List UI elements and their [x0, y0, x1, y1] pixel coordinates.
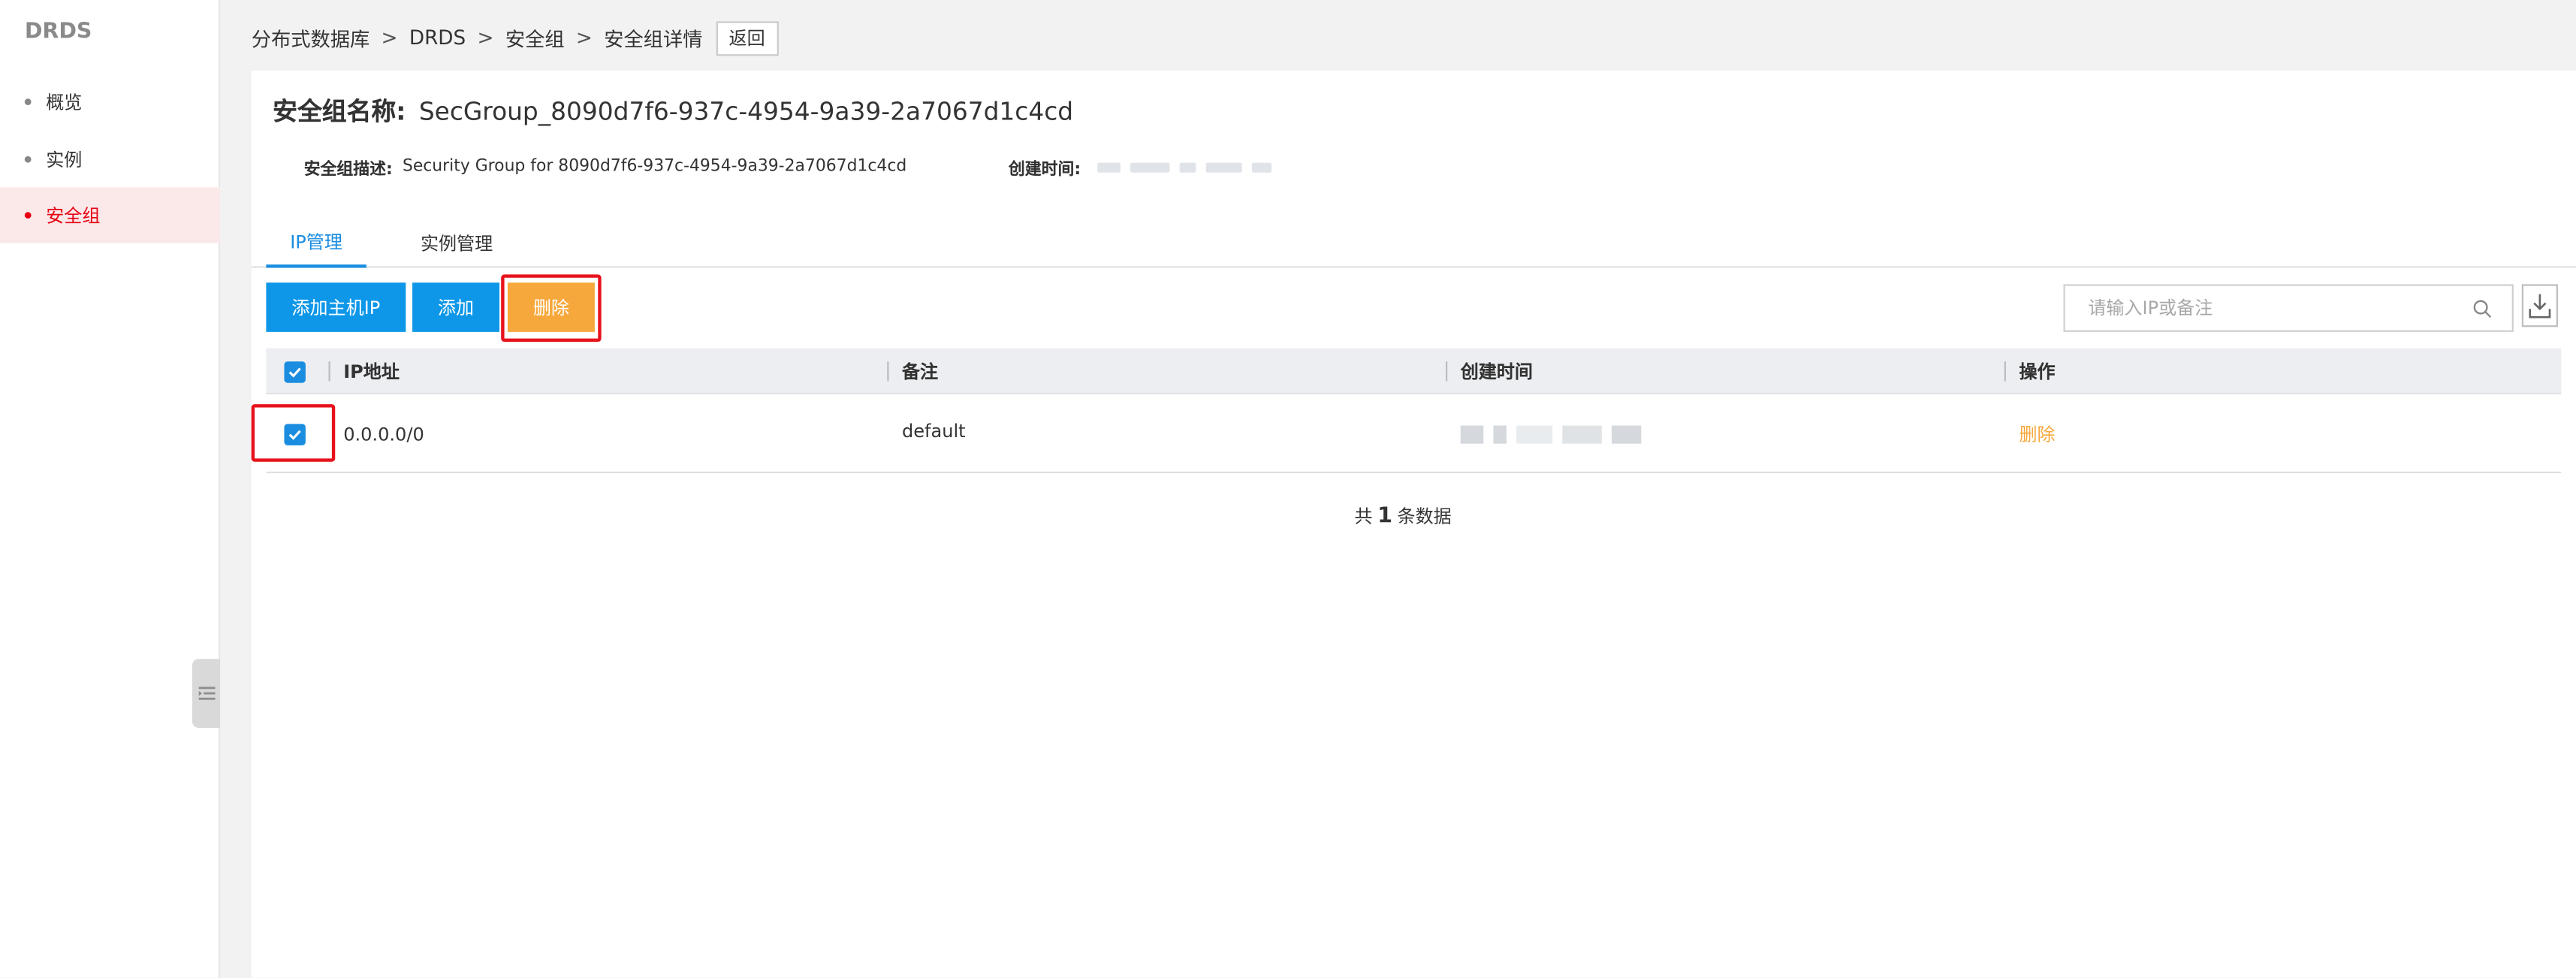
row-delete-link[interactable]: 删除 — [2019, 394, 2055, 473]
tab-ip-management[interactable]: IP管理 — [266, 219, 366, 268]
created-value-redacted — [1096, 161, 1281, 172]
bullet-icon — [24, 212, 32, 219]
checkmark-icon — [288, 430, 301, 440]
bullet-icon — [24, 98, 32, 105]
sidebar: DRDS 概览 实例 安全组 — [0, 0, 221, 978]
created-label: 创建时间: — [1008, 161, 1081, 180]
search-input[interactable] — [2088, 297, 2450, 319]
row-checkbox[interactable] — [284, 424, 306, 445]
sidebar-item-overview[interactable]: 概览 — [0, 74, 220, 129]
column-header-created-time: 创建时间 — [1446, 349, 1533, 394]
add-host-ip-button[interactable]: 添加主机IP — [266, 282, 406, 332]
download-icon — [2529, 294, 2551, 318]
sidebar-item-label: 安全组 — [46, 205, 101, 227]
breadcrumb: 分布式数据库 > DRDS > 安全组 > 安全组详情 返回 — [252, 20, 779, 56]
tab-bar: IP管理 实例管理 — [251, 219, 2576, 268]
pager-prefix: 共 — [1354, 506, 1373, 528]
table-header: IP地址 备注 创建时间 操作 — [266, 348, 2562, 394]
pager-suffix: 条数据 — [1397, 506, 1452, 528]
sidebar-collapse-handle[interactable] — [192, 659, 221, 729]
menu-collapse-icon — [198, 687, 215, 700]
sidebar-item-label: 实例 — [46, 149, 83, 171]
column-header-actions: 操作 — [2004, 349, 2056, 394]
main-panel: 安全组名称: SecGroup_8090d7f6-937c-4954-9a39-… — [251, 71, 2576, 978]
search-icon[interactable] — [2472, 299, 2492, 318]
desc-label: 安全组描述: — [303, 161, 393, 180]
search-box — [2063, 284, 2514, 332]
pagination-summary: 共 1 条数据 — [252, 503, 2555, 530]
select-all-checkbox[interactable] — [284, 361, 306, 383]
tab-instance-management[interactable]: 实例管理 — [400, 219, 514, 268]
checkmark-icon — [288, 367, 301, 378]
add-button[interactable]: 添加 — [412, 282, 499, 332]
product-title: DRDS — [24, 20, 92, 45]
cell-created-time-redacted — [1460, 394, 1651, 473]
column-header-remark: 备注 — [887, 349, 938, 394]
name-label: 安全组名称: — [273, 97, 406, 127]
breadcrumb-item-security-group[interactable]: 安全组 — [505, 24, 565, 52]
pager-count: 1 — [1377, 504, 1392, 530]
name-value: SecGroup_8090d7f6-937c-4954-9a39-2a7067d… — [418, 97, 1074, 127]
back-button[interactable]: 返回 — [716, 20, 779, 56]
breadcrumb-item-security-group-detail: 安全组详情 — [604, 27, 703, 50]
sidebar-item-security-group[interactable]: 安全组 — [0, 187, 221, 243]
breadcrumb-separator: > — [477, 26, 494, 50]
delete-button[interactable]: 删除 — [507, 282, 595, 332]
sidebar-item-label: 概览 — [46, 92, 83, 113]
bullet-icon — [24, 155, 32, 163]
page-title: 安全组名称: SecGroup_8090d7f6-937c-4954-9a39-… — [273, 94, 1073, 128]
breadcrumb-separator: > — [381, 26, 398, 50]
breadcrumb-separator: > — [575, 26, 593, 50]
desc-value: Security Group for 8090d7f6-937c-4954-9a… — [402, 158, 907, 177]
cell-ip: 0.0.0.0/0 — [343, 423, 424, 445]
sidebar-item-instances[interactable]: 实例 — [0, 131, 220, 187]
breadcrumb-item-distributed-db[interactable]: 分布式数据库 — [252, 24, 370, 52]
detail-info-row: 安全组描述: Security Group for 8090d7f6-937c-… — [303, 155, 1281, 180]
table-row: 0.0.0.0/0 default 删除 — [266, 394, 2562, 473]
cell-remark: default — [901, 419, 966, 442]
export-button[interactable] — [2521, 284, 2558, 328]
breadcrumb-item-drds[interactable]: DRDS — [409, 26, 466, 50]
column-header-ip: IP地址 — [328, 349, 400, 394]
